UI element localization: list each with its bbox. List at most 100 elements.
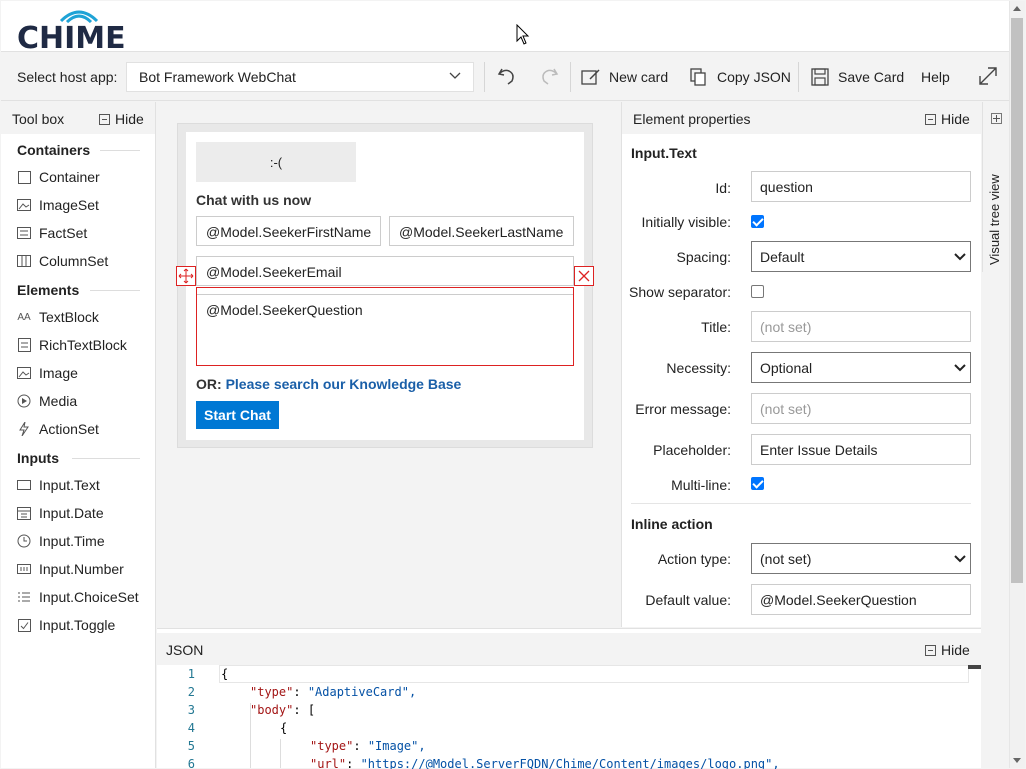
toolbox-item-media[interactable]: Media xyxy=(17,393,77,409)
remove-element-icon[interactable] xyxy=(574,266,594,286)
line-number: 5 xyxy=(187,739,195,753)
toolbox-item-input-date[interactable]: Input.Date xyxy=(17,505,104,521)
toolbox-section-containers: Containers xyxy=(17,142,91,158)
toolbox-item-factset[interactable]: FactSet xyxy=(17,225,87,241)
toolbox-item-container[interactable]: Container xyxy=(17,169,100,185)
container-icon xyxy=(17,170,31,184)
toolbox-item-image[interactable]: Image xyxy=(17,365,78,381)
expand-icon[interactable] xyxy=(991,113,1002,124)
line-number: 1 xyxy=(187,667,195,681)
host-app-select[interactable]: Bot Framework WebChat xyxy=(126,62,474,92)
placeholder-input[interactable]: Enter Issue Details xyxy=(751,434,971,465)
toolbox-item-input-number[interactable]: Input.Number xyxy=(17,561,124,577)
question-textarea[interactable]: @Model.SeekerQuestion xyxy=(197,294,573,365)
title-label: Title: xyxy=(701,319,731,335)
last-name-input[interactable]: @Model.SeekerLastName xyxy=(389,216,574,246)
necessity-select[interactable]: Optional xyxy=(751,352,971,383)
toolbox-item-textblock[interactable]: AA TextBlock xyxy=(17,309,99,325)
id-label: Id: xyxy=(715,180,731,196)
action-type-select[interactable]: (not set) xyxy=(751,543,971,574)
json-hide-button[interactable]: Hide xyxy=(925,642,970,658)
help-button[interactable]: Help xyxy=(921,60,950,94)
code-line[interactable]: { xyxy=(221,667,228,681)
scrollbar-thumb[interactable] xyxy=(1011,18,1023,583)
toolbox-item-input-toggle[interactable]: Input.Toggle xyxy=(17,617,115,633)
toolbox-section-elements: Elements xyxy=(17,282,80,298)
code-line[interactable]: { xyxy=(280,721,287,735)
multiline-checkbox[interactable] xyxy=(751,477,764,490)
action-type-value: (not set) xyxy=(760,551,812,567)
properties-hide-label: Hide xyxy=(941,111,970,127)
code-line[interactable]: "url": "https://@Model.ServerFQDN/Chime/… xyxy=(310,757,780,769)
collapse-icon xyxy=(925,644,936,656)
error-message-input[interactable]: (not set) xyxy=(751,393,971,424)
visible-checkbox[interactable] xyxy=(751,215,764,228)
save-card-button[interactable]: Save Card xyxy=(810,60,904,94)
card-image-placeholder[interactable]: :-( xyxy=(196,142,356,182)
scroll-up-icon[interactable] xyxy=(1013,6,1021,11)
separator-label: Show separator: xyxy=(629,284,731,300)
fullscreen-icon[interactable] xyxy=(977,65,999,87)
chevron-down-icon xyxy=(954,253,966,261)
imageset-icon xyxy=(17,198,31,212)
toolbox-section-inputs: Inputs xyxy=(17,450,59,466)
save-card-label: Save Card xyxy=(838,69,905,85)
spacing-select[interactable]: Default xyxy=(751,241,971,272)
id-input[interactable]: question xyxy=(751,171,971,202)
help-label: Help xyxy=(921,69,950,85)
chime-logo: CHIME xyxy=(17,7,126,56)
copy-json-button[interactable]: Copy JSON xyxy=(689,60,791,94)
image-placeholder-text: :-( xyxy=(269,154,283,170)
toolbox-header: Tool box Hide xyxy=(1,102,155,134)
start-chat-button[interactable]: Start Chat xyxy=(196,401,279,429)
default-value-input[interactable]: @Model.SeekerQuestion xyxy=(751,584,971,615)
title-input[interactable]: (not set) xyxy=(751,311,971,342)
move-handle-icon[interactable] xyxy=(176,266,196,286)
toolbox-item-columnset[interactable]: ColumnSet xyxy=(17,253,108,269)
richtext-icon xyxy=(17,338,31,352)
code-line[interactable]: "type": "AdaptiveCard", xyxy=(250,685,416,699)
visual-tree-label[interactable]: Visual tree view xyxy=(987,174,1002,265)
visible-label: Initially visible: xyxy=(641,214,731,230)
toolbox-item-richtextblock[interactable]: RichTextBlock xyxy=(17,337,127,353)
kb-line: OR: Please search our Knowledge Base xyxy=(196,376,461,392)
toolbox-item-actionset[interactable]: ActionSet xyxy=(17,421,99,437)
code-line[interactable]: "type": "Image", xyxy=(310,739,426,753)
media-play-icon xyxy=(17,394,31,408)
toolbox-item-input-choiceset[interactable]: Input.ChoiceSet xyxy=(17,589,139,605)
scroll-down-icon[interactable] xyxy=(1013,758,1021,763)
kb-link[interactable]: Please search our Knowledge Base xyxy=(226,376,462,392)
toolbox-hide-button[interactable]: Hide xyxy=(99,111,144,127)
spacing-label: Spacing: xyxy=(676,249,731,265)
redo-icon[interactable] xyxy=(538,65,560,87)
error-message-label: Error message: xyxy=(635,401,731,417)
current-line-highlight xyxy=(219,665,969,683)
line-number: 4 xyxy=(187,721,195,735)
default-value-label: Default value: xyxy=(645,592,731,608)
toolbox-item-imageset[interactable]: ImageSet xyxy=(17,197,99,213)
line-number: 6 xyxy=(187,757,195,769)
checkbox-icon xyxy=(17,618,31,632)
necessity-label: Necessity: xyxy=(666,360,731,376)
first-name-input[interactable]: @Model.SeekerFirstName xyxy=(196,216,381,246)
email-input[interactable]: @Model.SeekerEmail xyxy=(196,256,574,286)
toolbox-item-input-text[interactable]: Input.Text xyxy=(17,477,100,493)
collapse-icon xyxy=(925,113,936,125)
calendar-icon xyxy=(17,506,31,520)
copy-json-label: Copy JSON xyxy=(717,69,791,85)
separator-checkbox[interactable] xyxy=(751,285,764,298)
textblock-icon: AA xyxy=(17,311,31,323)
undo-icon[interactable] xyxy=(496,65,518,87)
code-line[interactable]: "body": [ xyxy=(250,703,315,717)
new-card-button[interactable]: New card xyxy=(581,60,668,94)
toolbox-hide-label: Hide xyxy=(115,111,144,127)
properties-header: Element properties Hide xyxy=(622,102,981,134)
image-icon xyxy=(17,366,31,380)
properties-hide-button[interactable]: Hide xyxy=(925,111,970,127)
action-type-label: Action type: xyxy=(657,551,731,567)
properties-title: Element properties xyxy=(633,111,751,127)
host-app-value: Bot Framework WebChat xyxy=(139,69,296,85)
toolbox-item-input-time[interactable]: Input.Time xyxy=(17,533,105,549)
toolbox-title: Tool box xyxy=(12,111,65,127)
start-chat-label: Start Chat xyxy=(204,407,271,423)
